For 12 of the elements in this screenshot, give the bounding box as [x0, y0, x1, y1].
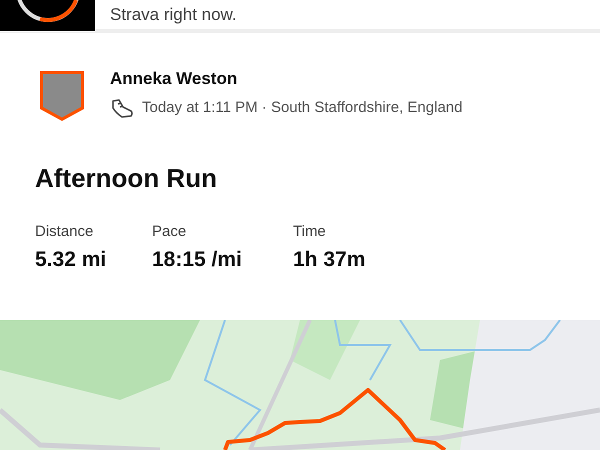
stat-label: Distance	[35, 222, 94, 242]
activity-title[interactable]: Afternoon Run	[35, 163, 600, 194]
stat-value: 5.32 mi	[35, 246, 108, 273]
athlete-name[interactable]: Anneka Weston	[110, 69, 462, 90]
shoe-icon	[110, 98, 134, 119]
stat-label: Pace	[152, 222, 188, 242]
banner-text: Strava right now.	[109, 6, 237, 23]
stat-value: 1h 37m	[293, 246, 366, 273]
stat-label: Time	[293, 222, 327, 242]
activity-meta: Today at 1:11 PM · South Staffordshire, England	[142, 98, 462, 118]
stat-value: 18:15 /mi	[152, 246, 243, 273]
avatar-picture	[38, 69, 86, 123]
